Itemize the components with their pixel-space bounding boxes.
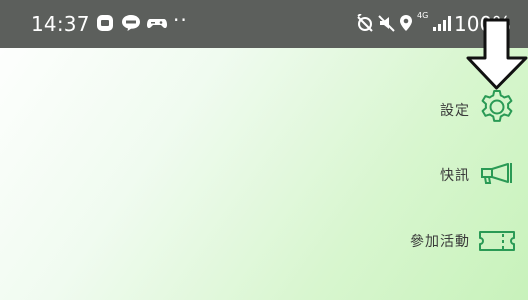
ticket-icon (479, 231, 515, 251)
news-label: 快訊 (440, 168, 470, 184)
network-type-label: 4G (417, 11, 429, 20)
gamepad-icon (147, 19, 167, 29)
menu-item-news[interactable]: 快訊 (288, 147, 528, 203)
pointer-arrow-icon (466, 18, 528, 90)
settings-label: 設定 (440, 103, 470, 119)
signal-icon (433, 16, 451, 31)
menu-item-settings[interactable]: 設定 (288, 82, 528, 138)
gear-icon (481, 90, 513, 122)
menu-item-join-activity[interactable]: 參加活動 (288, 213, 528, 269)
line-app-icon (122, 15, 140, 31)
clock: 14:37 (31, 12, 90, 36)
location-icon (400, 15, 412, 31)
more-notifications-dots: ·· (173, 8, 188, 32)
mute-icon (378, 15, 395, 32)
join-activity-label: 參加活動 (410, 234, 470, 250)
alarm-off-icon (357, 14, 373, 32)
notification-icon (97, 15, 113, 31)
megaphone-icon (481, 163, 512, 184)
status-bar: 14:37 ·· 4G 100% (0, 0, 528, 48)
